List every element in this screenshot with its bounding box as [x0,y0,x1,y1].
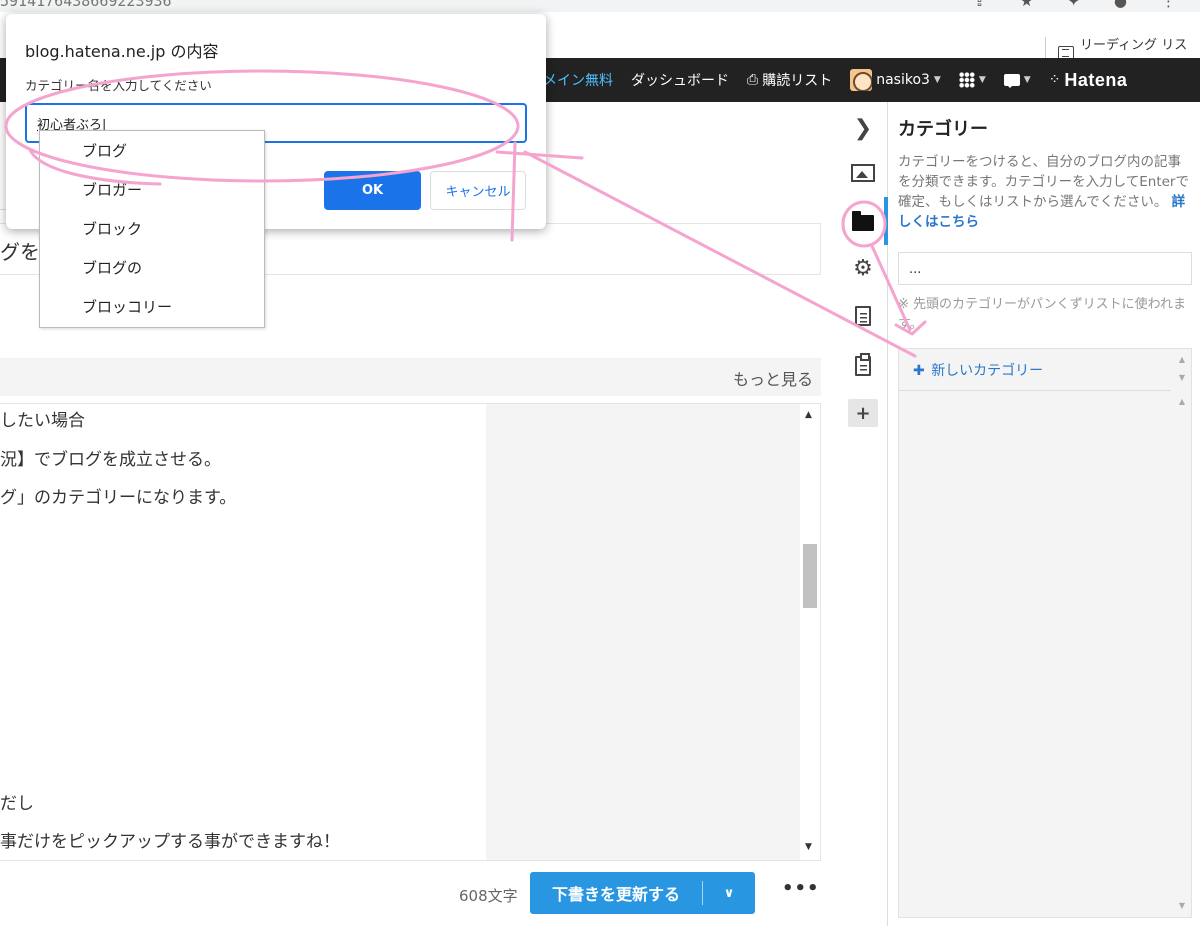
bookmarks-divider [1045,37,1046,59]
apps-menu[interactable]: ▼ [958,72,986,88]
new-category-label: 新しいカテゴリー [931,363,1044,379]
category-description-text: カテゴリーをつけると、自分のブログ内の記事を分類できます。カテゴリーを入力してE… [898,154,1189,210]
reader-icon: ⎙ [747,72,759,88]
folder-icon [852,211,874,231]
chevron-down-icon: ▼ [933,75,941,85]
menu-icon[interactable]: ⋮ [1161,0,1176,10]
active-indicator [884,197,888,245]
suggestion-item[interactable]: ブロッコリー [40,287,264,326]
screen: 5914176438669223936 ⇪ ★ ✦ ● ⋮ リーディング リスト… [0,0,1200,926]
chevron-down-icon[interactable]: ∨ [703,886,755,901]
clipboard-icon [855,353,871,376]
scroll-up-icon[interactable]: ▲ [805,410,812,420]
chevron-down-icon: ▼ [978,75,986,85]
category-panel-title: カテゴリー [898,119,988,140]
body-line: だし [0,794,34,814]
category-list[interactable]: ✚ 新しいカテゴリー ▲ ▼ ▲ ▼ [898,348,1192,918]
suggestion-item[interactable]: ブロック [40,209,264,248]
body-line: 事だけをピックアップする事ができますね！ [0,832,340,852]
toolbar-strip: もっと見る [0,358,821,396]
plus-icon: + [848,399,878,427]
avatar [850,69,873,91]
sidebar-item-clipboard[interactable] [848,351,878,381]
scroll-up-icon[interactable]: ▲ [1179,355,1185,364]
category-input[interactable]: ... [898,252,1192,285]
body-line: グ」のカテゴリーになります。 [0,488,237,508]
hatena-dots-icon: ⁘ [1048,72,1061,88]
address-bar-strip[interactable]: 5914176438669223936 ⇪ ★ ✦ ● ⋮ [0,0,1200,12]
char-count: 608文字 [459,887,518,905]
sidebar-item-add[interactable]: + [848,398,878,428]
profile-icon[interactable]: ● [1114,0,1127,10]
subscription-link[interactable]: ⎙ 購読リスト [747,70,832,90]
scroll-up-icon[interactable]: ▲ [1179,397,1185,406]
scroll-down-icon[interactable]: ▼ [1179,901,1185,910]
gear-icon: ⚙ [853,255,873,281]
save-draft-button[interactable]: 下書きを更新する ∨ [530,872,755,914]
sidebar-item-photos[interactable] [848,158,878,188]
more-link[interactable]: もっと見る [733,366,813,390]
comment-icon [1003,74,1020,88]
domain-free-link[interactable]: メイン無料 [543,70,613,90]
collapse-sidebar-button[interactable]: ❯ [848,113,878,143]
body-line: したい場合 [0,411,85,431]
extension-icon[interactable]: ✦ [1067,0,1080,10]
toolbar-icons: ⇪ ★ ✦ ● ⋮ [973,0,1200,10]
body-editor[interactable]: したい場合 況】でブログを成立させる。 グ」のカテゴリーになります。 だし 事だ… [0,403,821,861]
category-description: カテゴリーをつけると、自分のブログ内の記事を分類できます。カテゴリーを入力してE… [898,152,1194,232]
ok-button[interactable]: OK [324,171,421,210]
save-draft-label: 下書きを更新する [551,885,680,904]
plus-icon: ✚ [913,363,925,379]
chevron-down-icon: ▼ [1023,75,1031,85]
scroll-down-icon[interactable]: ▼ [1179,373,1185,382]
ime-suggestion-list: ブログ ブロガー ブロック ブログの ブロッコリー [39,130,265,328]
star-icon[interactable]: ★ [1020,0,1033,10]
title-text: グを [0,240,40,264]
username: nasiko3 [876,72,930,88]
suggestion-item[interactable]: ブロガー [40,170,264,209]
suggestion-item[interactable]: ブログの [40,248,264,287]
body-line: 況】でブログを成立させる。 [0,450,221,470]
suggestion-item[interactable]: ブログ [40,131,264,170]
header-nav: メイン無料 ダッシュボード ⎙ 購読リスト nasiko3 ▼ ▼ ▼ ⁘ Ha [543,58,1145,102]
scroll-down-icon[interactable]: ▼ [805,842,812,852]
document-icon [855,306,871,326]
dialog-title: blog.hatena.ne.jp の内容 [25,42,219,61]
scrollbar-thumb[interactable] [803,544,817,608]
new-category-button[interactable]: ✚ 新しいカテゴリー [899,349,1171,391]
chevron-right-icon: ❯ [853,115,873,141]
dashboard-link[interactable]: ダッシュボード [631,70,729,90]
category-note: ※ 先頭のカテゴリーがパンくずリストに使われます。 [898,297,1187,332]
notification-menu[interactable]: ▼ [1003,74,1031,88]
more-options-icon[interactable]: ••• [782,878,820,899]
image-icon [851,164,875,182]
body-scrollbar[interactable]: ▲ ▼ [800,404,820,860]
dialog-prompt: カテゴリー名を入力してください [25,78,212,93]
hatena-logo: Hatena [1064,69,1128,90]
url-fragment: 5914176438669223936 [0,0,172,10]
hatena-logo-link[interactable]: ⁘ Hatena [1049,70,1128,91]
subscription-label: 購読リスト [762,73,833,89]
sidebar-item-category[interactable] [848,208,878,238]
sidebar-item-document[interactable] [848,301,878,331]
grid-icon [958,72,975,88]
user-menu[interactable]: nasiko3 ▼ [850,69,941,91]
share-icon[interactable]: ⇪ [973,0,986,10]
preview-column [486,404,800,860]
sidebar-item-settings[interactable]: ⚙ [848,253,878,283]
cancel-button[interactable]: キャンセル [430,171,526,210]
